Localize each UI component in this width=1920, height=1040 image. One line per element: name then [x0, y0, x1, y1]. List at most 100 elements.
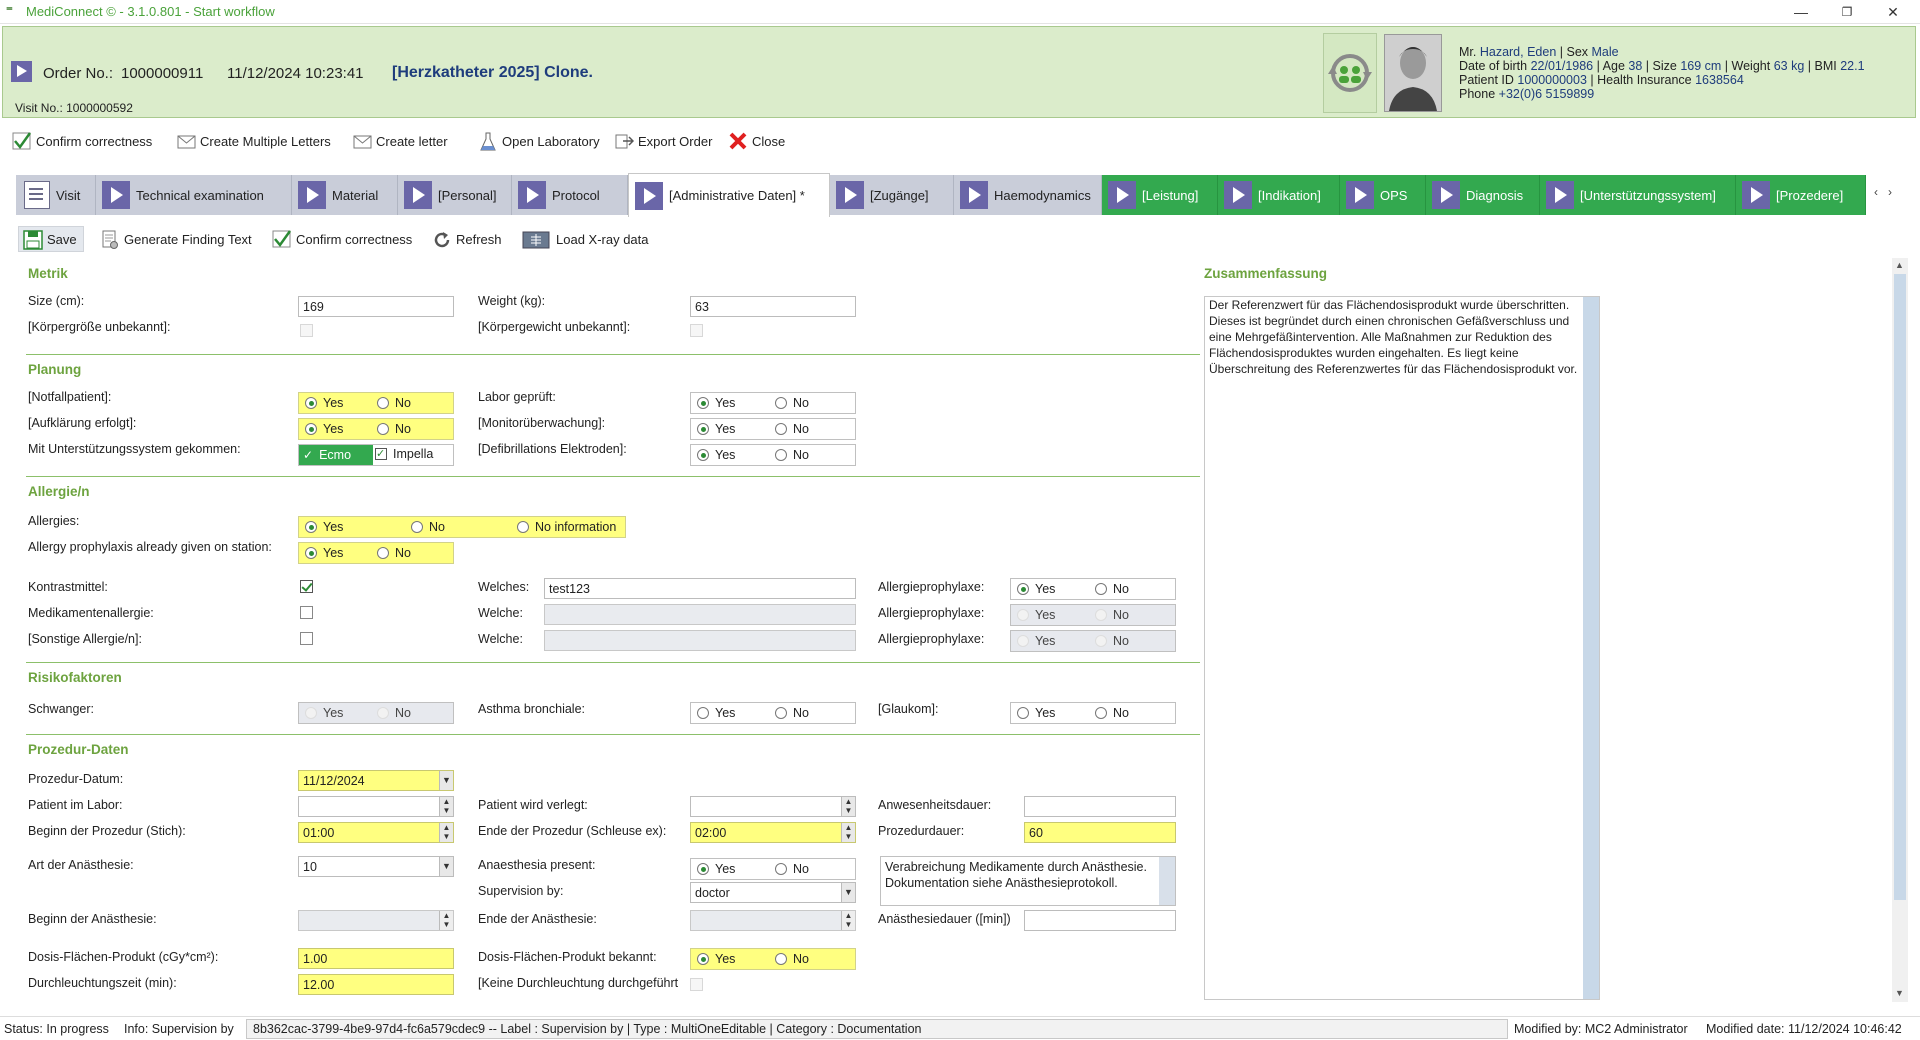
allergies-no-radio[interactable]: No [411, 520, 445, 534]
anaesthesia-no-radio[interactable]: No [775, 862, 809, 876]
tab-zugaenge[interactable]: [Zugänge] [830, 175, 954, 215]
ende-anaesthesie-input[interactable]: ▲ ▼ [690, 910, 856, 931]
tab-personal[interactable]: [Personal] [398, 175, 512, 215]
generate-finding-text-button[interactable]: Generate Finding Text [100, 229, 252, 249]
notfall-yes-radio[interactable]: Yes [305, 396, 343, 410]
sonstige-ap-yes-radio[interactable]: Yes [1017, 634, 1055, 648]
schwanger-no-radio[interactable]: No [377, 706, 411, 720]
labor-no-radio[interactable]: No [775, 396, 809, 410]
order-play-icon[interactable] [11, 61, 32, 82]
spinner-icon[interactable]: ▲ ▼ [439, 797, 453, 816]
create-letter-button[interactable]: Create letter [352, 131, 448, 151]
aufklaerung-yes-radio[interactable]: Yes [305, 422, 343, 436]
supervision-select[interactable]: doctor ▼ [690, 882, 856, 903]
scroll-thumb[interactable] [1894, 274, 1906, 900]
prophylaxis-no-radio[interactable]: No [377, 546, 411, 560]
sonstige-checkbox[interactable] [300, 632, 313, 645]
spinner-icon[interactable]: ▲ ▼ [439, 823, 453, 842]
tab-administrative-daten[interactable]: [Administrative Daten] * [628, 173, 830, 217]
allergies-yes-radio[interactable]: Yes [305, 520, 343, 534]
scroll-down-icon[interactable]: ▼ [1895, 988, 1904, 998]
weight-input[interactable]: 63 [690, 296, 856, 317]
summary-textarea[interactable]: Der Referenzwert für das Flächendosispro… [1204, 296, 1600, 1000]
open-laboratory-button[interactable]: Open Laboratory [478, 131, 600, 151]
beginn-input[interactable]: 01:00 ▲ ▼ [298, 822, 454, 843]
allergies-noinfo-radio[interactable]: No information [517, 520, 616, 534]
main-scrollbar[interactable]: ▲ ▼ [1892, 258, 1908, 1002]
minimize-button[interactable]: — [1778, 0, 1824, 24]
glaukom-no-radio[interactable]: No [1095, 706, 1129, 720]
beginn-anaesthesie-input[interactable]: ▲ ▼ [298, 910, 454, 931]
close-window-button[interactable]: ✕ [1870, 0, 1916, 24]
weight-unknown-checkbox[interactable] [690, 324, 703, 337]
save-button[interactable]: Save [18, 226, 84, 252]
spinner-icon[interactable]: ▲ ▼ [841, 823, 855, 842]
sonstige-ap-no-radio[interactable]: No [1095, 634, 1129, 648]
schwanger-yes-radio[interactable]: Yes [305, 706, 343, 720]
scrollbar[interactable] [1583, 297, 1599, 999]
chevron-down-icon[interactable]: ▼ [439, 857, 453, 876]
anaesthesiedauer-input[interactable] [1024, 910, 1176, 931]
spinner-icon[interactable]: ▲ ▼ [841, 797, 855, 816]
verlegt-input[interactable]: ▲ ▼ [690, 796, 856, 817]
sync-icon[interactable] [1323, 33, 1377, 113]
dfp-bekannt-no-radio[interactable]: No [775, 952, 809, 966]
dfp-input[interactable]: 1.00 [298, 948, 454, 969]
welche-medikamente-input[interactable] [544, 604, 856, 625]
im-labor-input[interactable]: ▲ ▼ [298, 796, 454, 817]
tab-visit[interactable]: Visit [16, 175, 96, 215]
tab-leistung[interactable]: [Leistung] [1102, 175, 1218, 215]
medikamente-ap-yes-radio[interactable]: Yes [1017, 608, 1055, 622]
keine-durchleuchtung-checkbox[interactable] [690, 978, 703, 991]
size-input[interactable]: 169 [298, 296, 454, 317]
refresh-button[interactable]: Refresh [432, 229, 502, 249]
monitor-yes-radio[interactable]: Yes [697, 422, 735, 436]
monitor-no-radio[interactable]: No [775, 422, 809, 436]
prozedur-datum-input[interactable]: 11/12/2024 ▼ [298, 770, 454, 791]
aufklaerung-no-radio[interactable]: No [377, 422, 411, 436]
medikamente-checkbox[interactable] [300, 606, 313, 619]
scroll-up-icon[interactable]: ▲ [1895, 260, 1904, 270]
tab-technical-examination[interactable]: Technical examination [96, 175, 292, 215]
chevron-down-icon[interactable]: ▼ [439, 771, 453, 790]
chevron-down-icon[interactable]: ▼ [841, 883, 855, 902]
asthma-yes-radio[interactable]: Yes [697, 706, 735, 720]
notfall-no-radio[interactable]: No [377, 396, 411, 410]
defi-no-radio[interactable]: No [775, 448, 809, 462]
close-order-button[interactable]: Close [728, 131, 785, 151]
anaesthesia-note-textarea[interactable]: Verabreichung Medikamente durch Anästhes… [880, 856, 1176, 906]
tab-prozedere[interactable]: [Prozedere] [1736, 175, 1866, 215]
ende-input[interactable]: 02:00 ▲ ▼ [690, 822, 856, 843]
tab-material[interactable]: Material [292, 175, 398, 215]
tab-scroll-arrows[interactable]: ‹ › [1874, 185, 1892, 199]
welches-input[interactable]: test123 [544, 578, 856, 599]
dfp-bekannt-yes-radio[interactable]: Yes [697, 952, 735, 966]
asthma-no-radio[interactable]: No [775, 706, 809, 720]
confirm-correctness-tab-button[interactable]: Confirm correctness [272, 229, 412, 249]
kontrast-ap-no-radio[interactable]: No [1095, 582, 1129, 596]
tab-haemodynamics[interactable]: Haemodynamics [954, 175, 1102, 215]
tab-ops[interactable]: OPS [1340, 175, 1426, 215]
tab-indikation[interactable]: [Indikation] [1218, 175, 1340, 215]
load-xray-button[interactable]: Load X-ray data [522, 229, 649, 249]
prophylaxis-yes-radio[interactable]: Yes [305, 546, 343, 560]
impella-checkbox[interactable]: ✓ Impella [375, 447, 433, 461]
glaukom-yes-radio[interactable]: Yes [1017, 706, 1055, 720]
scrollbar[interactable] [1159, 857, 1175, 905]
kontrast-ap-yes-radio[interactable]: Yes [1017, 582, 1055, 596]
create-multiple-letters-button[interactable]: Create Multiple Letters [176, 131, 331, 151]
medikamente-ap-no-radio[interactable]: No [1095, 608, 1129, 622]
defi-yes-radio[interactable]: Yes [697, 448, 735, 462]
confirm-correctness-button[interactable]: Confirm correctness [12, 131, 152, 151]
art-anaesthesie-select[interactable]: 10 ▼ [298, 856, 454, 877]
kontrast-checkbox[interactable] [300, 580, 313, 593]
anwesenheit-input[interactable] [1024, 796, 1176, 817]
prozedurdauer-input[interactable]: 60 [1024, 822, 1176, 843]
restore-button[interactable]: ❐ [1824, 0, 1870, 24]
tab-diagnosis[interactable]: Diagnosis [1426, 175, 1540, 215]
size-unknown-checkbox[interactable] [300, 324, 313, 337]
tab-unterstuetzungssystem[interactable]: [Unterstützungssystem] [1540, 175, 1736, 215]
ecmo-checkbox[interactable]: ✓ Ecmo [299, 445, 373, 465]
anaesthesia-yes-radio[interactable]: Yes [697, 862, 735, 876]
labor-yes-radio[interactable]: Yes [697, 396, 735, 410]
